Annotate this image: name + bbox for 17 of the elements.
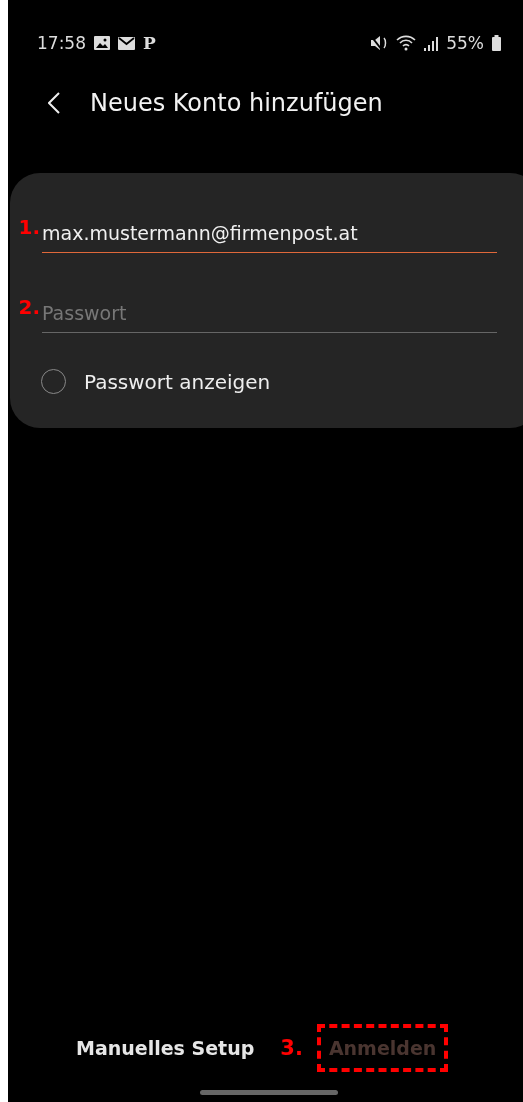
battery-level: 55% <box>446 33 484 53</box>
wifi-icon <box>396 35 417 51</box>
clock: 17:58 <box>37 33 86 53</box>
battery-icon <box>492 35 501 51</box>
show-password-label[interactable]: Passwort anzeigen <box>84 369 271 394</box>
manual-setup-button[interactable]: Manuelles Setup <box>76 1037 255 1059</box>
annotation-number: 3. <box>280 1036 303 1060</box>
mail-icon <box>118 36 135 50</box>
mute-icon <box>370 35 389 51</box>
image-icon <box>94 36 110 50</box>
annotation-number: 2. <box>17 295 41 321</box>
notification-letter: P <box>143 33 156 53</box>
annotation-number: 1. <box>17 215 41 241</box>
password-field[interactable]: Passwort <box>42 302 497 333</box>
page-title: Neues Konto hinzufügen <box>90 89 383 117</box>
signal-icon <box>424 35 439 51</box>
email-field[interactable]: max.mustermann@firmenpost.at <box>42 222 497 253</box>
